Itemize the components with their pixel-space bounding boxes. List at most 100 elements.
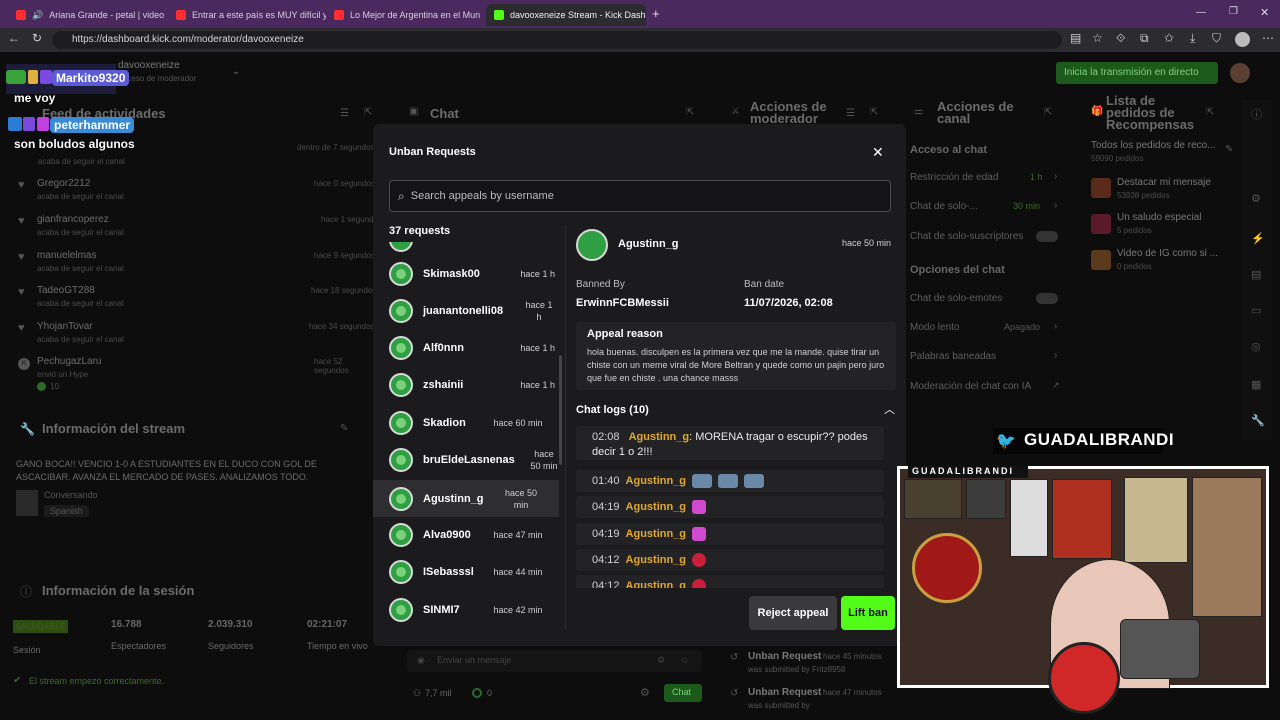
filter-icon[interactable]: ☰ [846, 108, 855, 119]
maximize-button[interactable]: ❐ [1229, 6, 1238, 17]
followers-only-label[interactable]: Chat de solo-... [910, 201, 978, 212]
chat-points: 0 [487, 688, 493, 698]
request-time: hace 42 min [493, 604, 543, 615]
edit-icon[interactable]: ✎ [340, 423, 348, 434]
profile-avatar[interactable] [1235, 32, 1250, 47]
request-item[interactable]: juanantonelli08 hace 1 h [373, 292, 559, 329]
star-icon[interactable]: ☆ [1092, 31, 1103, 45]
gear-icon[interactable]: ⚙ [1251, 192, 1261, 205]
kick-icon [494, 10, 504, 20]
more-icon[interactable]: ⋯ [1262, 31, 1274, 45]
session-label: Sesión [13, 645, 41, 655]
popout-icon[interactable]: ⇱ [364, 107, 372, 118]
live-time-value: 02:21:07 [307, 619, 348, 630]
reward-label[interactable]: Video de IG como si ... [1117, 248, 1218, 259]
avatar [389, 597, 413, 622]
heart-icon: ♥ [18, 179, 25, 191]
rewards-all-label[interactable]: Todos los pedidos de reco... [1091, 140, 1216, 151]
feed-item-sub: acaba de seguir el canal [37, 335, 124, 344]
reload-icon[interactable]: ↻ [32, 31, 42, 45]
minimize-button[interactable]: — [1196, 7, 1206, 18]
popout-icon[interactable]: ⇱ [1044, 107, 1052, 118]
popout-icon[interactable]: ⇱ [870, 107, 878, 118]
overlay-chat-message: me voy [14, 91, 56, 105]
reject-appeal-button[interactable]: Reject appeal [749, 596, 837, 630]
ai-moderation-label[interactable]: Moderación del chat con IA [910, 381, 1031, 392]
request-item[interactable]: zshainii hace 1 h [373, 366, 559, 403]
banned-words-label[interactable]: Palabras baneadas [910, 351, 996, 362]
shield-icon[interactable]: ⛉ [1212, 31, 1221, 46]
chevron-up-icon[interactable]: ︿ [884, 401, 895, 417]
reward-icon [1091, 214, 1111, 234]
wrench-icon[interactable]: 🔧 [1251, 414, 1265, 427]
subs-only-toggle[interactable] [1036, 231, 1058, 242]
url-field[interactable]: https://dashboard.kick.com/moderator/dav… [52, 31, 1062, 49]
browser-tab-active[interactable]: davooxeneize Stream - Kick Dashb ✕ [486, 4, 646, 26]
download-icon[interactable]: ⤓ [1190, 31, 1195, 46]
reader-icon[interactable]: ▤ [1070, 31, 1081, 45]
user-avatar[interactable] [1230, 63, 1250, 83]
new-tab-button[interactable]: + [652, 6, 660, 21]
settings-icon[interactable]: ⚙ [657, 655, 665, 666]
request-item[interactable]: Alva0900 hace 47 min [373, 516, 559, 553]
viewers-value: 16.788 [111, 619, 142, 630]
slow-mode-label[interactable]: Modo lento [910, 322, 959, 333]
list-scrollbar[interactable] [559, 355, 562, 465]
popout-icon[interactable]: ⇱ [686, 107, 694, 118]
chat-send-button[interactable]: Chat [664, 684, 702, 702]
overlay-chat-username: Markito9320 [52, 70, 130, 86]
youtube-icon [334, 10, 344, 20]
request-item[interactable]: Alf0nnn hace 1 h [373, 329, 559, 366]
extensions-icon[interactable]: ⟐ [1116, 31, 1125, 46]
close-icon[interactable]: ✕ [872, 144, 884, 161]
lift-ban-button[interactable]: Lift ban [841, 596, 895, 630]
right-rail: ⓘ ⚙ ⚡ ▤ ▭ ◎ ▦ 🔧 [1242, 100, 1272, 440]
log-user: Agustinn_g [625, 501, 687, 513]
request-item[interactable]: SINMI7 hace 42 min [373, 591, 559, 628]
search-field[interactable]: ⌕ [389, 180, 891, 212]
list-icon[interactable]: ▤ [1251, 268, 1261, 281]
request-item[interactable]: ISebasssl hace 44 min [373, 553, 559, 590]
request-item[interactable]: Skadion hace 60 min [373, 404, 559, 441]
microphone [1120, 619, 1200, 679]
heart-icon: ♥ [18, 215, 25, 227]
gear-icon[interactable]: ⚙ [640, 686, 650, 699]
edit-icon[interactable]: ✎ [1225, 144, 1233, 155]
age-restriction-label[interactable]: Restricción de edad [910, 172, 998, 183]
favorites-icon[interactable]: ✩ [1164, 31, 1174, 45]
smile-icon[interactable]: ☺ [680, 655, 689, 665]
log-user: Agustinn_g [628, 431, 690, 443]
close-window-button[interactable]: ✕ [1260, 6, 1269, 19]
split-icon[interactable]: ⧉ [1140, 31, 1149, 46]
feed-item-name: PechugazLaru [37, 356, 102, 367]
reward-label[interactable]: Un saludo especial [1117, 212, 1202, 223]
emote-only-toggle[interactable] [1036, 293, 1058, 304]
avatar [389, 559, 413, 584]
broadcast-icon[interactable]: ◎ [1251, 340, 1261, 353]
viewers-label: Espectadores [111, 641, 167, 651]
chat-input[interactable]: ◉ Enviar un mensaje ⚙ ☺ [407, 650, 702, 672]
popout-icon[interactable]: ⇱ [1206, 107, 1214, 118]
request-item[interactable]: Skimask00 hace 1 h [373, 255, 559, 292]
request-item-selected[interactable]: Agustinn_g hace 50 min [373, 480, 559, 517]
emote-icon[interactable]: ◉ [417, 655, 425, 666]
reward-label[interactable]: Destacar mi mensaje [1117, 177, 1211, 188]
back-icon[interactable]: ← [8, 31, 20, 45]
browser-tab[interactable]: Lo Mejor de Argentina en el Mun ✕ [326, 4, 486, 26]
layout-icon[interactable]: ▦ [1251, 378, 1261, 391]
feed-item: ♥ manuelelmas acaba de seguir el canal h… [18, 249, 378, 279]
browser-tab[interactable]: Entrar a este país es MUY difícil y ✕ [168, 4, 326, 26]
check-icon: ✔ [13, 675, 22, 686]
browser-tab[interactable]: 🔊 Ariana Grande - petal | video ✕ [8, 4, 168, 26]
filter-icon[interactable]: ☰ [340, 108, 349, 119]
emote-icon [692, 579, 707, 588]
request-item[interactable]: bruEldeLasnenas hace 50 min [373, 441, 559, 479]
info-icon[interactable]: ⓘ [1251, 106, 1262, 122]
mod-actions-title: Acciones de moderador [750, 99, 827, 126]
external-link-icon[interactable]: ↗ [1052, 380, 1060, 391]
go-live-button[interactable]: Inicia la transmisión en directo [1056, 62, 1218, 84]
chevron-down-icon[interactable]: ⌄ [232, 66, 240, 77]
bolt-icon[interactable]: ⚡ [1251, 232, 1265, 245]
search-input[interactable] [410, 190, 871, 202]
message-icon[interactable]: ▭ [1251, 304, 1261, 317]
